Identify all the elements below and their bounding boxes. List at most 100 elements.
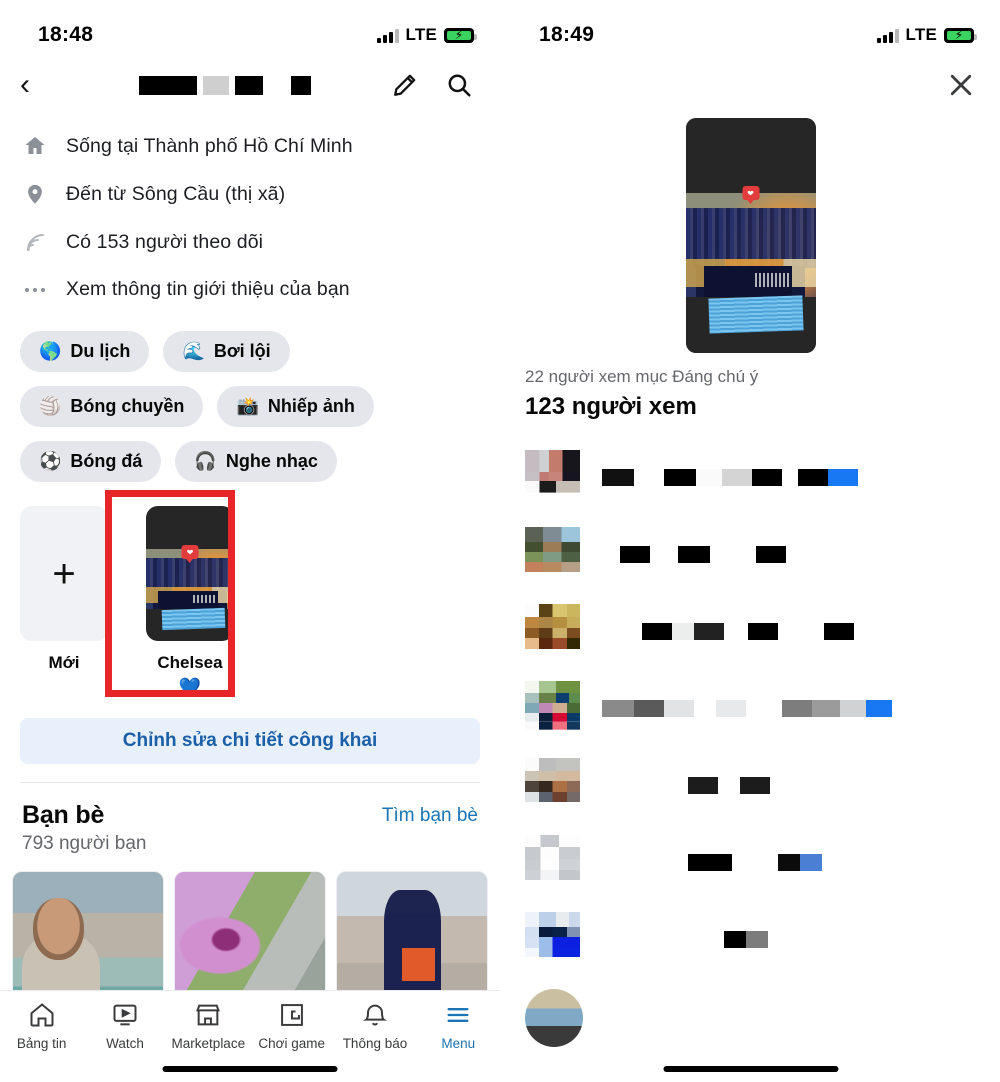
volleyball-icon: 🏐 [39,396,62,416]
highlight-viewers-note: 22 người xem mục Đáng chú ý [525,367,759,386]
viewer-name-redacted [602,623,854,640]
chip-nghe-nhac[interactable]: 🎧 Nghe nhạc [175,441,337,482]
close-row [501,56,1000,114]
chip-bong-chuyen[interactable]: 🏐 Bóng chuyền [20,386,204,427]
back-chevron-icon[interactable]: ‹ [20,70,60,100]
friends-title: Bạn bè [22,801,105,829]
highlight-label: Mới [48,653,80,672]
status-time: 18:48 [38,23,94,46]
heart-sticker-icon: ❤ [742,186,759,205]
home-icon [22,134,48,158]
headphones-icon: 🎧 [194,451,217,471]
bell-icon [362,1004,387,1026]
tab-menu[interactable]: Menu [417,1001,500,1051]
wave-icon: 🌊 [182,341,205,361]
location-pin-icon [22,182,48,206]
chip-nhiep-anh[interactable]: 📸 Nhiếp ảnh [217,386,374,427]
hamburger-menu-icon [447,1008,469,1022]
viewer-row[interactable] [501,593,1000,670]
chelsea-story-preview[interactable]: ❤ [685,118,816,353]
viewer-name-redacted [602,700,892,717]
viewer-name-redacted [602,777,770,794]
avatar [525,989,583,1047]
avatar [525,681,580,736]
chip-du-lich[interactable]: 🌎 Du lịch [20,331,150,372]
chip-label: Du lịch [70,341,131,361]
status-bar-right: 18:49 LTE ⚡ [501,0,1000,56]
viewer-name-redacted [602,546,786,563]
viewer-row[interactable] [501,670,1000,747]
viewer-row[interactable] [501,901,1000,978]
info-row[interactable]: Sống tại Thành phố Hồ Chí Minh [0,122,500,170]
tab-label: Thông báo [342,1036,408,1051]
close-x-icon[interactable] [946,70,976,100]
viewer-row[interactable] [501,747,1000,824]
info-row-label: Có 153 người theo dõi [66,230,264,253]
chip-label: Bóng đá [70,451,143,471]
viewer-row[interactable] [501,439,1000,516]
dual-screenshot-container: 18:48 LTE ⚡ ‹ Sống tại Thành phố Hồ Chí … [0,0,1000,1082]
viewer-count-header: 22 người xem mục Đáng chú ý 123 người xe… [501,353,1000,433]
bottom-tab-bar: Bảng tin Watch Marketplace Chơi game Thô… [0,990,500,1082]
chip-label: Bóng chuyền [70,396,185,416]
tab-watch[interactable]: Watch [83,1001,166,1051]
tab-bang-tin[interactable]: Bảng tin [0,1001,83,1051]
tab-marketplace[interactable]: Marketplace [167,1001,250,1051]
pencil-icon[interactable] [390,70,420,100]
highlight-chelsea[interactable]: ❤ Chelsea 💙 [146,506,234,698]
chip-label: Nhiếp ảnh [267,396,355,416]
profile-header-bar: ‹ [0,56,500,114]
tab-label: Menu [441,1036,476,1051]
interest-chips: 🌎 Du lịch 🌊 Bơi lội 🏐 Bóng chuyền 📸 Nhiế… [0,319,500,488]
tab-thong-bao[interactable]: Thông báo [333,1001,416,1051]
chip-bong-da[interactable]: ⚽ Bóng đá [20,441,162,482]
info-row-label: Đến từ Sông Cầu (thị xã) [66,182,286,205]
story-viewer-list [501,433,1000,1058]
page-title-redacted [60,75,390,95]
info-row[interactable]: Đến từ Sông Cầu (thị xã) [0,170,500,218]
avatar [525,527,580,582]
ellipsis-icon [22,285,48,295]
status-indicators: LTE ⚡ [876,25,977,45]
plus-icon: + [20,506,108,641]
home-indicator [162,1066,338,1072]
tab-choi-game[interactable]: Chơi game [250,1001,333,1051]
home-outline-icon [30,1003,54,1027]
battery-charging-icon: ⚡ [944,27,977,43]
avatar [525,450,580,505]
heart-sticker-icon: ❤ [181,545,199,564]
viewer-row[interactable] [501,824,1000,901]
status-bar-left: 18:48 LTE ⚡ [0,0,500,56]
blue-heart-icon: 💙 [178,677,202,697]
viewer-row[interactable] [501,516,1000,593]
find-friends-link[interactable]: Tìm bạn bè [382,801,478,827]
edit-public-details-button[interactable]: Chỉnh sửa chi tiết công khai [20,718,480,764]
header-actions [390,70,480,100]
rss-followers-icon [22,230,48,254]
chip-label: Nghe nhạc [225,451,318,471]
friends-section-header: Bạn bè 793 người bạn Tìm bạn bè [0,783,500,855]
viewer-name-redacted [602,854,822,871]
tab-label: Bảng tin [16,1036,67,1051]
avatar [525,912,580,967]
watch-play-icon [113,1004,137,1026]
profile-info-list: Sống tại Thành phố Hồ Chí Minh Đến từ Sô… [0,114,500,319]
cellular-bars-icon [376,28,399,43]
home-indicator [663,1066,839,1072]
right-phone-screen: 18:49 LTE ⚡ ❤ 22 người xem mục Đáng chú … [500,0,1000,1082]
battery-charging-icon: ⚡ [444,27,477,43]
tab-label: Marketplace [171,1036,246,1051]
chip-label: Bơi lội [213,341,271,361]
tab-label: Watch [106,1036,144,1051]
info-row[interactable]: Có 153 người theo dõi [0,218,500,266]
chip-boi-loi[interactable]: 🌊 Bơi lội [163,331,290,372]
gaming-icon [280,1004,303,1026]
camera-icon: 📸 [236,396,259,416]
highlight-new-button[interactable]: + Mới [20,506,108,673]
viewer-row-partial[interactable] [501,978,1000,1058]
info-row[interactable]: Xem thông tin giới thiệu của bạn [0,266,500,313]
search-icon[interactable] [444,70,474,100]
globe-icon: 🌎 [39,341,62,361]
story-highlights-row: + Mới ❤ Chelsea 💙 [0,488,500,704]
info-row-label: Xem thông tin giới thiệu của bạn [66,278,350,300]
